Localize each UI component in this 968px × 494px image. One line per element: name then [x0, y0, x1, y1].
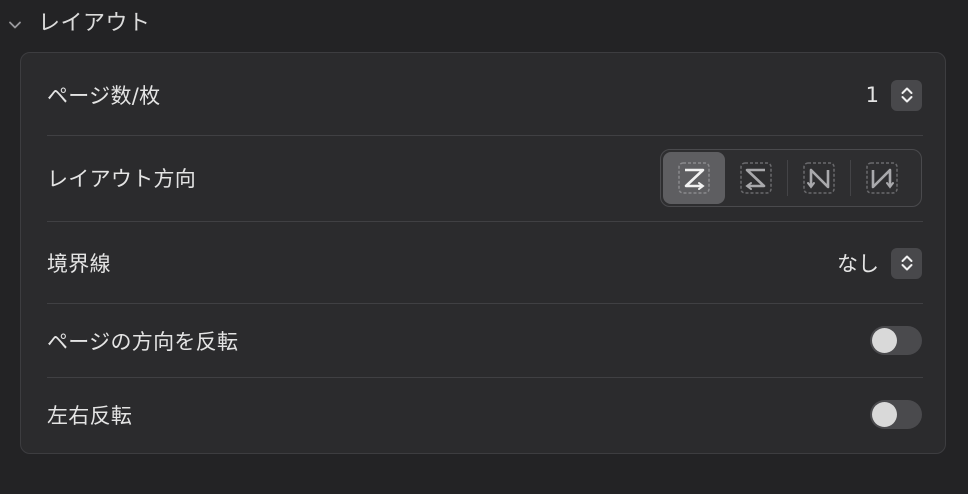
- flip-horizontal-toggle[interactable]: [870, 400, 922, 429]
- reverse-orientation-toggle[interactable]: [870, 326, 922, 355]
- row-divider: [47, 135, 923, 136]
- chevron-down-icon[interactable]: [7, 17, 23, 33]
- layout-direction-segmented-control[interactable]: [660, 149, 922, 207]
- pages-per-sheet-row: ページ数/枚 1: [47, 77, 922, 113]
- z-layout-icon: [678, 162, 710, 194]
- reverse-orientation-label: ページの方向を反転: [47, 330, 239, 354]
- segment-z-layout[interactable]: [663, 152, 725, 204]
- pages-per-sheet-popup[interactable]: 1: [865, 79, 922, 111]
- section-title: レイアウト: [38, 11, 151, 36]
- border-value: なし: [837, 252, 879, 276]
- segment-reverse-n-layout[interactable]: [788, 152, 850, 204]
- row-divider: [47, 377, 923, 378]
- up-down-chevron-icon[interactable]: [891, 247, 922, 279]
- up-down-chevron-icon[interactable]: [891, 79, 922, 111]
- flip-horizontal-label: 左右反転: [47, 404, 133, 428]
- reverse-z-layout-icon: [740, 162, 772, 194]
- toggle-knob: [872, 328, 897, 353]
- layout-direction-label: レイアウト方向: [47, 167, 197, 191]
- layout-panel: ページ数/枚 1 レイアウト方向 境界線 なし ページの方向を反転 左右反転: [20, 52, 946, 454]
- reverse-orientation-row: ページの方向を反転: [47, 323, 922, 359]
- n-layout-icon: [866, 162, 898, 194]
- layout-direction-row: レイアウト方向: [47, 148, 922, 208]
- layout-section-header[interactable]: レイアウト: [0, 0, 968, 52]
- flip-horizontal-row: 左右反転: [47, 397, 922, 433]
- border-label: 境界線: [47, 252, 111, 276]
- pages-per-sheet-value: 1: [865, 83, 879, 107]
- segment-n-layout[interactable]: [851, 152, 913, 204]
- border-popup[interactable]: なし: [837, 247, 922, 279]
- row-divider: [47, 221, 923, 222]
- row-divider: [47, 303, 923, 304]
- pages-per-sheet-label: ページ数/枚: [47, 84, 161, 108]
- toggle-knob: [872, 402, 897, 427]
- border-row: 境界線 なし: [47, 245, 922, 281]
- segment-reverse-z-layout[interactable]: [725, 152, 787, 204]
- reverse-n-layout-icon: [803, 162, 835, 194]
